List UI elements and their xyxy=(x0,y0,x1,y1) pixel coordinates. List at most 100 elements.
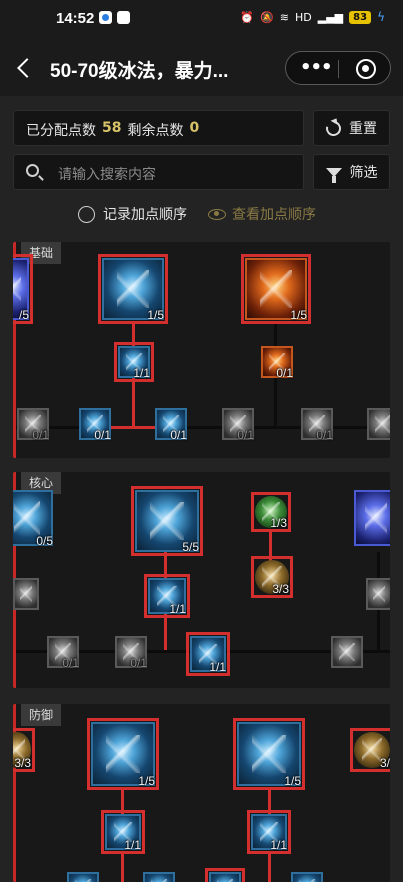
connector-line xyxy=(268,854,271,882)
skill-node[interactable]: 0/1 xyxy=(257,342,297,382)
skill-node[interactable]: 1/5 xyxy=(87,718,159,790)
filter-icon xyxy=(325,167,342,183)
status-app-icons xyxy=(99,11,130,24)
content-area: 已分配点数 58 剩余点数 0 重置 请输入搜索内容 筛选 记录加点顺序 查看加… xyxy=(0,96,403,882)
mini-program-capsule: ••• xyxy=(285,51,391,85)
skill-rank: 0/1 xyxy=(62,656,79,670)
skill-rank: 0/1 xyxy=(130,656,147,670)
status-time: 14:52 xyxy=(56,10,95,27)
nav-bar: 50-70级冰法，暴力... ••• xyxy=(0,44,403,96)
status-bar: 14:52 ⏰ 🔕 ≋ HD ▂▄▆ 83 ϟ xyxy=(0,0,403,34)
skill-rank: 0/1 xyxy=(276,366,293,380)
section-core: 核心 0/5 5/5 1/3 3/3 1/1 0/1 0/1 1/1 xyxy=(13,472,390,688)
skill-node[interactable]: 1/1 xyxy=(101,810,145,854)
search-placeholder: 请输入搜索内容 xyxy=(58,167,156,183)
skill-node[interactable]: 3/ xyxy=(350,728,390,772)
more-menu-button[interactable]: ••• xyxy=(300,59,333,77)
wifi-icon: ≋ xyxy=(279,10,290,24)
skill-node[interactable]: 3/3 xyxy=(251,556,293,598)
skill-node[interactable]: 1/1 xyxy=(247,810,291,854)
record-order-label: 记录加点顺序 xyxy=(103,207,187,223)
view-order-link[interactable]: 查看加点顺序 xyxy=(208,204,316,224)
skill-node[interactable]: 1/5 xyxy=(233,718,305,790)
sync-icon xyxy=(117,11,130,24)
close-program-button[interactable] xyxy=(356,59,376,79)
skill-rank: 1/5 xyxy=(290,308,307,322)
skill-rank: 1/5 xyxy=(138,774,155,788)
skill-node[interactable]: 0/1 xyxy=(13,404,53,444)
capsule-divider xyxy=(338,60,339,78)
skill-node[interactable]: 0/1 xyxy=(218,404,258,444)
skill-node[interactable] xyxy=(350,486,390,550)
skill-node[interactable]: 5/5 xyxy=(131,486,203,556)
section-defense: 防御 3/3 1/5 1/5 3/ 1/1 1/1 xyxy=(13,704,390,882)
status-right: ⏰ 🔕 ≋ HD ▂▄▆ 83 ϟ xyxy=(240,10,385,24)
skill-rank: 3/3 xyxy=(272,582,289,596)
skill-rank: 0/5 xyxy=(36,534,53,548)
skill-node[interactable]: 0/1 xyxy=(43,632,83,672)
skill-rank: 5/5 xyxy=(182,540,199,554)
section-label: 防御 xyxy=(21,704,62,726)
filter-button[interactable]: 筛选 xyxy=(313,154,390,190)
connector-line xyxy=(164,612,167,652)
skill-rank: 3/ xyxy=(379,756,390,770)
allocated-label: 已分配点数 xyxy=(26,123,96,139)
remaining-points: 0 xyxy=(189,120,200,136)
filter-label: 筛选 xyxy=(349,165,378,181)
skill-node[interactable]: 0/1 xyxy=(75,404,115,444)
skill-node[interactable] xyxy=(139,868,179,882)
skill-rank: 1/1 xyxy=(270,838,287,852)
skill-rank: 1/1 xyxy=(169,602,186,616)
battery-indicator: 83 xyxy=(349,10,372,24)
skill-node[interactable]: 1/5 xyxy=(241,254,311,324)
alarm-icon: ⏰ xyxy=(240,10,255,24)
skill-node[interactable]: 0/1 xyxy=(297,404,337,444)
skill-rank: 1/1 xyxy=(209,660,226,674)
skill-rank: 0/1 xyxy=(237,428,254,442)
reset-label: 重置 xyxy=(349,121,377,137)
skill-rank: 0/1 xyxy=(94,428,111,442)
back-button[interactable] xyxy=(12,54,36,82)
record-order-radio[interactable] xyxy=(78,205,95,223)
skill-node[interactable]: 1/1 xyxy=(144,574,190,618)
skill-rank: 1/1 xyxy=(133,366,150,380)
skill-node[interactable]: 0/1 xyxy=(151,404,191,444)
skill-node[interactable]: 0/5 xyxy=(13,486,57,550)
view-order-label: 查看加点顺序 xyxy=(232,207,316,223)
page-title: 50-70级冰法，暴力... xyxy=(50,61,229,82)
skill-node[interactable]: 3/3 xyxy=(13,728,35,772)
skill-node[interactable]: 0/1 xyxy=(111,632,151,672)
skill-rank: 1/3 xyxy=(270,516,287,530)
signal-icon: ▂▄▆ xyxy=(317,10,344,24)
skill-node[interactable] xyxy=(327,632,367,672)
order-row: 记录加点顺序 查看加点顺序 xyxy=(0,202,403,226)
skill-rank: 1/1 xyxy=(124,838,141,852)
charging-icon: ϟ xyxy=(377,10,385,24)
skill-node[interactable] xyxy=(205,868,245,882)
record-order-toggle[interactable]: 记录加点顺序 xyxy=(78,204,187,224)
skill-node[interactable] xyxy=(63,868,103,882)
hd-icon: HD xyxy=(295,10,312,24)
skill-node[interactable]: 1/3 xyxy=(251,492,291,532)
skill-rank: /5 xyxy=(18,308,29,322)
points-summary: 已分配点数 58 剩余点数 0 xyxy=(13,110,304,146)
reset-button[interactable]: 重置 xyxy=(313,110,390,146)
search-input[interactable]: 请输入搜索内容 xyxy=(13,154,304,190)
search-icon xyxy=(26,164,39,177)
skill-node[interactable] xyxy=(362,574,390,614)
skill-rank: 0/1 xyxy=(32,428,49,442)
skill-rank: 0/1 xyxy=(316,428,333,442)
skill-node[interactable] xyxy=(13,574,43,614)
skill-node[interactable]: 1/1 xyxy=(186,632,230,676)
allocated-points: 58 xyxy=(102,120,122,136)
skill-node[interactable]: 1/5 xyxy=(98,254,168,324)
section-basic: 基础 /5 1/5 1/5 1/1 0/1 0/1 0/1 0/1 0/1 0/… xyxy=(13,242,390,458)
skill-node[interactable]: 1/1 xyxy=(114,342,154,382)
app-notification-icon xyxy=(99,11,112,24)
skill-node[interactable] xyxy=(287,868,327,882)
skill-rank: 1/5 xyxy=(147,308,164,322)
skill-node[interactable] xyxy=(363,404,390,444)
skill-node[interactable]: /5 xyxy=(13,254,33,324)
skill-rank: 3/3 xyxy=(14,756,31,770)
connector-line xyxy=(121,854,124,882)
